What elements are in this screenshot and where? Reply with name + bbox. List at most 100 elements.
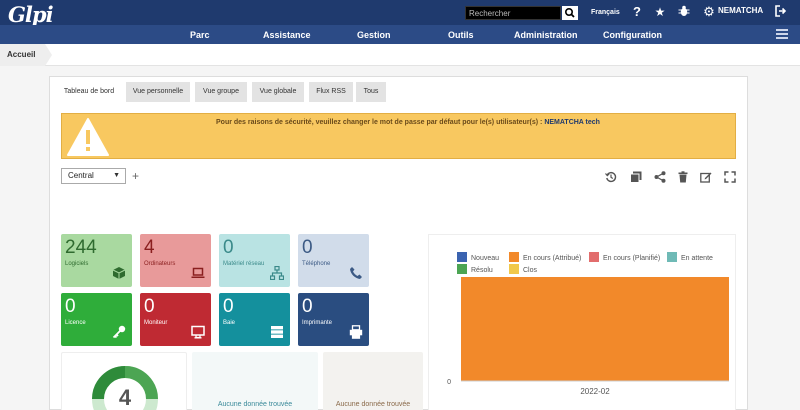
logout-icon[interactable] <box>774 5 788 19</box>
legend-label: Clos <box>523 267 538 274</box>
card-value: 0 <box>144 296 155 317</box>
help-icon[interactable]: ? <box>630 5 644 19</box>
delete-icon[interactable] <box>677 171 689 183</box>
username[interactable]: NEMATCHA <box>718 6 763 15</box>
legend-label: En cours (Attribué) <box>523 255 581 262</box>
card-label: Baie <box>223 320 236 326</box>
card-ordinateurs[interactable]: 4 Ordinateurs <box>140 234 211 287</box>
card-label: Imprimante <box>302 320 333 326</box>
star-icon[interactable]: ★ <box>653 5 667 19</box>
main-panel: Tableau de bord Vue personnelle Vue grou… <box>49 76 748 410</box>
card-baie[interactable]: 0 Baie <box>219 293 290 346</box>
menu-item-assistance[interactable]: Assistance <box>263 30 311 40</box>
search-icon <box>564 7 575 18</box>
legend-label: En attente <box>681 255 713 262</box>
card-value: 0 <box>223 296 234 317</box>
x-tick-label: 2022-02 <box>580 387 610 396</box>
legend-swatch <box>457 264 467 274</box>
card-imprimante[interactable]: 0 Imprimante <box>298 293 369 346</box>
add-dashboard-button[interactable]: + <box>132 168 139 184</box>
history-icon[interactable] <box>605 171 617 183</box>
card-label: Téléphone <box>302 261 331 267</box>
card-moniteur[interactable]: 0 Moniteur <box>140 293 211 346</box>
ticket-status-chart: Nouveau En cours (Attribué) En cours (Plan… <box>428 234 736 410</box>
hamburger-icon[interactable] <box>776 29 788 39</box>
legend-swatch <box>457 252 467 262</box>
search-button[interactable] <box>562 6 578 20</box>
menu-item-configuration[interactable]: Configuration <box>603 30 662 40</box>
donut-widget: 4 <box>61 352 187 410</box>
card-materiel-reseau[interactable]: 0 Matériel réseau <box>219 234 290 287</box>
main-menu: Parc Assistance Gestion Outils Administr… <box>0 25 800 44</box>
alert-message: Pour des raisons de sécurité, veuillez c… <box>216 119 600 126</box>
tab-vue-groupe[interactable]: Vue groupe <box>195 82 247 102</box>
gear-icon[interactable]: ⚙ <box>702 5 716 19</box>
card-value: 0 <box>302 237 313 258</box>
tab-flux-rss[interactable]: Flux RSS <box>309 82 353 102</box>
menu-item-outils[interactable]: Outils <box>448 30 474 40</box>
alert-users-link[interactable]: NEMATCHA tech <box>544 119 600 126</box>
monitor-icon <box>191 325 205 339</box>
bug-shape <box>678 5 690 16</box>
laptop-icon <box>191 267 205 278</box>
card-label: Matériel réseau <box>223 261 265 267</box>
tab-tableau-de-bord[interactable]: Tableau de bord <box>58 82 120 102</box>
nodata-text: Aucune donnée trouvée <box>217 401 293 408</box>
server-icon <box>271 326 283 338</box>
card-logiciels[interactable]: 244 Logiciels <box>61 234 132 287</box>
legend-swatch <box>667 252 677 262</box>
breadcrumb-bar: Accueil <box>0 44 800 66</box>
tab-vue-personnelle[interactable]: Vue personnelle <box>126 82 190 102</box>
tab-tous[interactable]: Tous <box>356 82 386 102</box>
legend-swatch <box>589 252 599 262</box>
breadcrumb-home[interactable]: Accueil <box>0 44 54 66</box>
alert-message-text: Pour des raisons de sécurité, veuillez c… <box>216 119 545 126</box>
language-selector[interactable]: Français <box>591 9 620 16</box>
top-header: Glpi Rechercher Français ? ★ ⚙ NEMATCHA <box>0 0 800 27</box>
nodata-widget-2: Aucune donnée trouvée <box>323 352 423 410</box>
bug-icon[interactable] <box>677 5 691 19</box>
card-value: 0 <box>223 237 234 258</box>
chevron-down-icon: ▼ <box>113 172 120 179</box>
menu-item-parc[interactable]: Parc <box>190 30 210 40</box>
dashboard-select-value: Central <box>68 171 94 180</box>
card-label: Ordinateurs <box>144 261 176 267</box>
legend-label: Résolu <box>471 267 493 274</box>
glpi-logo[interactable]: Glpi <box>8 2 54 27</box>
card-licence[interactable]: 0 Licence <box>61 293 132 346</box>
tab-vue-globale[interactable]: Vue globale <box>252 82 304 102</box>
dashboard-select[interactable]: Central ▼ <box>61 168 126 184</box>
legend-label: En cours (Planifié) <box>603 255 660 262</box>
y-tick-label: 0 <box>447 379 451 386</box>
card-label: Licence <box>65 320 86 326</box>
phone-icon <box>350 267 362 279</box>
legend-label: Nouveau <box>471 255 499 262</box>
chart-bar <box>461 277 729 381</box>
copy-icon[interactable] <box>630 171 642 183</box>
nodata-text: Aucune donnée trouvée <box>335 401 411 408</box>
card-value: 4 <box>144 237 155 258</box>
printer-icon <box>349 325 363 339</box>
key-icon <box>112 325 126 339</box>
card-label: Moniteur <box>144 320 168 326</box>
search-input[interactable]: Rechercher <box>465 6 561 20</box>
warning-icon <box>67 118 109 156</box>
donut-value: 4 <box>118 385 132 410</box>
card-label: Logiciels <box>65 261 89 267</box>
card-value: 0 <box>302 296 313 317</box>
card-value: 244 <box>65 237 97 258</box>
chart-svg: Nouveau En cours (Attribué) En cours (Plan… <box>447 252 729 396</box>
edit-icon[interactable] <box>700 171 712 183</box>
menu-item-administration[interactable]: Administration <box>514 30 578 40</box>
box-icon <box>112 267 126 279</box>
nodata-widget-1: Aucune donnée trouvée <box>192 352 318 410</box>
card-telephone[interactable]: 0 Téléphone <box>298 234 369 287</box>
menu-item-gestion[interactable]: Gestion <box>357 30 391 40</box>
legend-swatch <box>509 252 519 262</box>
fullscreen-icon[interactable] <box>724 171 736 183</box>
logout-shape <box>775 5 787 17</box>
network-icon <box>270 266 284 280</box>
legend-swatch <box>509 264 519 274</box>
share-icon[interactable] <box>654 171 666 183</box>
card-value: 0 <box>65 296 76 317</box>
